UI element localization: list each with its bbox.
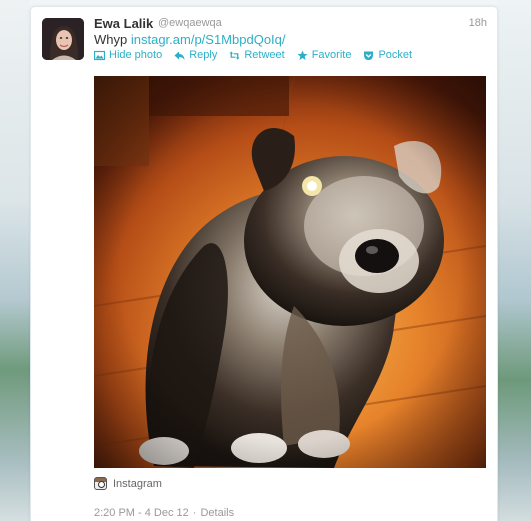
reply-label: Reply (189, 49, 218, 61)
reply-arrow-icon (174, 51, 185, 60)
favorite-button[interactable]: Favorite (297, 49, 352, 61)
tweet-actions: Hide photo Reply Retweet Favorite Pocket (94, 49, 412, 61)
retweet-button[interactable]: Retweet (229, 49, 285, 61)
footer-separator: · (192, 507, 197, 519)
pocket-button[interactable]: Pocket (363, 49, 412, 61)
tweet-text-prefix: Whyp (94, 32, 128, 47)
star-icon (297, 50, 308, 60)
tweet-photo[interactable] (94, 76, 486, 468)
tweet-text: Whyp instagr.am/p/S1MbpdQoIq/ (94, 32, 286, 47)
pocket-icon (364, 51, 374, 60)
tweet-card: Ewa Lalik @ewqaewqa 18h Whyp instagr.am/… (30, 6, 498, 521)
avatar[interactable] (42, 18, 84, 60)
user-screen-name[interactable]: @ewqaewqa (158, 17, 222, 29)
avatar-portrait (42, 18, 84, 60)
background-left (0, 0, 30, 521)
user-fullname[interactable]: Ewa Lalik (94, 16, 153, 31)
reply-button[interactable]: Reply (174, 49, 217, 61)
retweet-label: Retweet (244, 49, 285, 61)
tweet-footer: 2:20 PM - 4 Dec 12 · Details (94, 507, 234, 519)
photo-icon (94, 50, 105, 60)
hide-photo-label: Hide photo (109, 49, 163, 61)
background-right (498, 0, 531, 521)
hide-photo-button[interactable]: Hide photo (94, 49, 162, 61)
instagram-icon (94, 477, 107, 490)
details-link[interactable]: Details (200, 507, 234, 519)
favorite-label: Favorite (311, 49, 352, 61)
pocket-label: Pocket (378, 49, 413, 61)
tweet-link[interactable]: instagr.am/p/S1MbpdQoIq/ (131, 32, 286, 47)
retweet-icon (229, 50, 240, 60)
media-source-label: Instagram (113, 477, 162, 490)
tweet-timestamp[interactable]: 18h (469, 17, 487, 29)
tweet-datetime: 2:20 PM - 4 Dec 12 (94, 507, 189, 519)
dog-photo (94, 76, 486, 468)
media-attribution[interactable]: Instagram (94, 477, 162, 490)
